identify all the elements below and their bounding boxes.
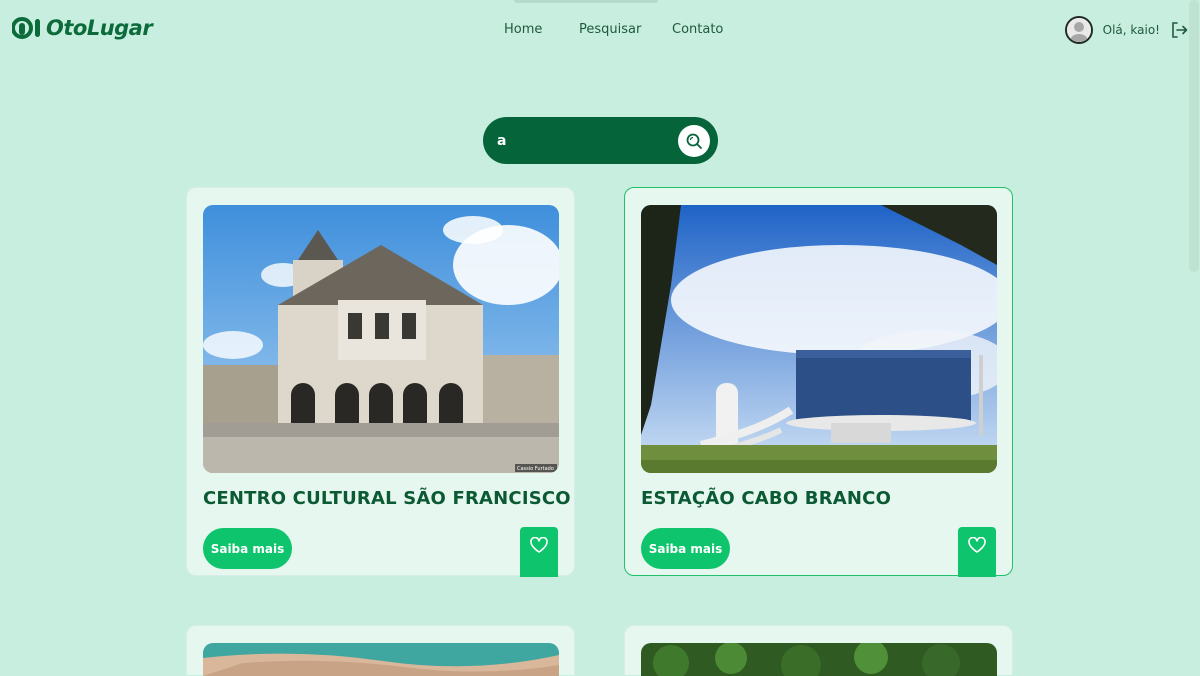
heart-icon [968,537,986,553]
place-image [641,205,997,473]
saiba-mais-button[interactable]: Saiba mais [203,528,292,569]
place-card: ESTAÇÃO CABO BRANCO Saiba mais [624,187,1013,577]
avatar[interactable] [1064,16,1093,44]
nav-contato[interactable]: Contato [672,22,723,37]
photo-credit: Cassio Furtado [517,466,554,472]
place-image [203,643,559,676]
user-greeting: Olá, kaio! [1102,23,1160,37]
heart-icon [530,537,548,553]
place-image: Cassio Furtado [203,205,559,473]
nav-home[interactable]: Home [504,22,542,37]
user-avatar-icon [1066,18,1091,42]
church-photo: Cassio Furtado [203,205,559,473]
favorite-button[interactable] [958,527,996,577]
nav-pesquisar[interactable]: Pesquisar [579,22,641,37]
forest-photo [641,643,997,676]
place-title: ESTAÇÃO CABO BRANCO [641,488,892,509]
main-nav: Home Pesquisar Contato [0,22,1200,40]
favorite-button[interactable] [520,527,558,577]
user-area: Olá, kaio! [1064,14,1188,46]
place-card [624,625,1013,676]
place-card [186,625,575,676]
page-scrollbar[interactable] [1188,0,1200,675]
search-button[interactable] [678,125,710,157]
search-icon [686,133,702,149]
logout-icon[interactable] [1170,21,1188,39]
saiba-mais-button[interactable]: Saiba mais [641,528,730,569]
place-image [641,643,997,676]
place-card: Cassio Furtado CENTRO CULTURAL SÃO FRANC… [186,187,575,577]
place-title: CENTRO CULTURAL SÃO FRANCISCO [203,488,571,509]
beach-photo [203,643,559,676]
station-photo [641,205,997,473]
header: OtoLugar Home Pesquisar Contato Olá, kai… [0,0,1200,60]
scrollbar-thumb[interactable] [1189,0,1199,272]
search-input[interactable] [495,127,679,155]
